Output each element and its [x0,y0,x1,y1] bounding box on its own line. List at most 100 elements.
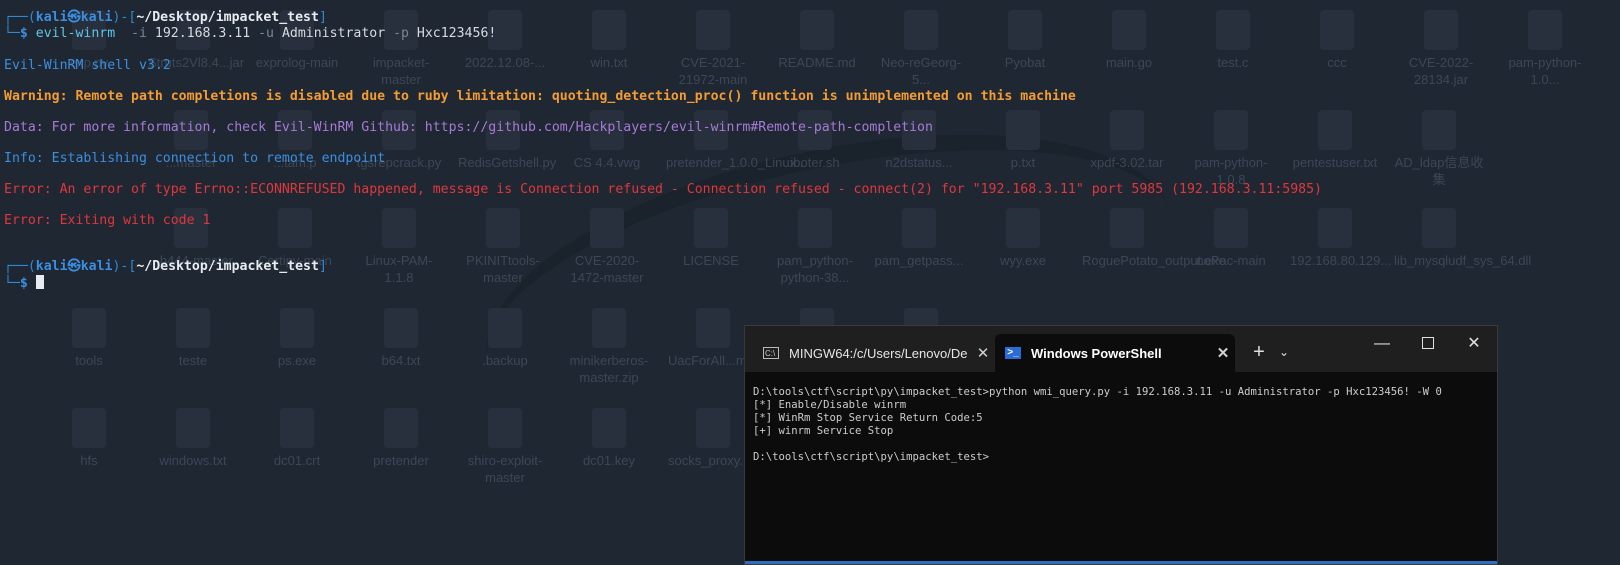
close-window-button[interactable]: ✕ [1451,326,1497,362]
tab-powershell[interactable]: >_ Windows PowerShell ✕ [995,334,1235,372]
file-icon [904,10,938,50]
title-bar[interactable]: C:\ MINGW64:/c/Users/Lenovo/De ✕ >_ Wind… [745,326,1497,372]
desktop-icon-label: ccc [1327,55,1347,70]
desktop-icon-label: pretender [373,453,429,468]
file-icon [1318,208,1352,248]
file-icon [1318,110,1352,150]
desktop-icon[interactable]: pam_getpass... [874,208,964,269]
console-line: [*] WinRm Stop Service Return Code:5 [753,412,983,424]
file-icon [592,408,626,448]
file-icon [72,408,106,448]
desktop-icon[interactable]: pam-python-1.0.8 [1186,110,1276,188]
close-tab-icon[interactable]: ✕ [971,344,995,362]
desktop-icon[interactable]: lib_mysqludf_sys_64.dll [1394,208,1532,269]
powershell-output[interactable]: D:\tools\ctf\script\py\impacket_test>pyt… [753,386,1442,464]
windows-terminal-window[interactable]: C:\ MINGW64:/c/Users/Lenovo/De ✕ >_ Wind… [744,325,1498,565]
file-icon [384,308,418,348]
file-icon [592,308,626,348]
file-icon [72,308,106,348]
desktop-icon[interactable]: impacket-master [356,10,446,88]
file-icon [176,408,210,448]
desktop-icon[interactable]: Pyobat [980,10,1070,71]
file-icon [696,10,730,50]
file-icon [1112,10,1146,50]
desktop-icon[interactable]: b64.txt [356,308,446,369]
file-icon [1214,208,1248,248]
file-icon [486,208,520,248]
desktop-icon[interactable]: win.txt [564,10,654,71]
desktop-icon-label: pretender_1.0.0_Linux... [666,155,807,170]
desktop-icon[interactable]: CVE-2021-21972-main [668,10,758,88]
desktop-icon[interactable]: pentestuser.txt [1290,110,1380,171]
close-tab-icon[interactable]: ✕ [1211,344,1235,362]
desktop-icon[interactable]: dc01.crt [252,408,342,469]
desktop-icon-label: lib_mysqludf_sys_64.dll [1394,253,1532,268]
desktop-icon-label: PKINITtools-master [466,253,540,285]
desktop-icon[interactable]: shiro-exploit-master [460,408,550,486]
desktop-icon[interactable]: ps.exe [252,308,342,369]
minimize-button[interactable]: — [1359,326,1405,362]
desktop-icon-label: exprolog-main [255,55,339,70]
file-icon [280,408,314,448]
desktop-icon-label: win.txt [590,55,628,70]
exit-error-line: Error: Exiting with code 1 [4,213,211,228]
info-line: Info: Establishing connection to remote … [4,151,386,166]
file-icon [1006,110,1040,150]
console-line: D:\tools\ctf\script\py\impacket_test>pyt… [753,386,1442,398]
desktop-icon[interactable]: test.c [1188,10,1278,71]
file-icon [1006,208,1040,248]
desktop-icon[interactable]: 192.168.80.129... [1290,208,1392,269]
file-icon [902,208,936,248]
desktop-icon[interactable]: hfs [44,408,134,469]
desktop-icon-label: p.txt [1010,155,1036,170]
desktop-icon[interactable]: PKINITtools-master [458,208,548,286]
prompt-line-1: ┌──(kali㉿kali)-[~/Desktop/impacket_test] [4,10,327,25]
desktop-icon[interactable]: RoguePotato_output.exe [1082,208,1226,269]
file-icon [488,408,522,448]
desktop-icon[interactable]: tools [44,308,134,369]
desktop-icon[interactable]: teste [148,308,238,369]
desktop-icon[interactable]: pretender [356,408,446,469]
desktop-icon-label: Linux-PAM-1.1.8 [365,253,433,285]
desktop-icon[interactable]: Linux-PAM-1.1.8 [354,208,444,286]
desktop-icon[interactable]: pam_python-python-38... [770,208,860,286]
desktop-icon-label: .backup [482,353,528,368]
desktop-icon[interactable]: ccc [1292,10,1382,71]
warning-line: Warning: Remote path completions is disa… [4,89,1076,104]
desktop-icon-label: dc01.key [582,453,636,468]
desktop-icon[interactable]: windows.txt [148,408,238,469]
desktop-icon[interactable]: Neo-reGeorg-5... [876,10,966,88]
desktop-icon[interactable]: pam-python-1.0... [1500,10,1590,88]
console-line: [*] Enable/Disable winrm [753,399,907,411]
new-tab-button[interactable]: + [1245,338,1273,366]
maximize-button[interactable] [1405,326,1451,362]
desktop-icon[interactable]: .backup [460,308,550,369]
desktop-icon[interactable]: p.txt [978,110,1068,171]
scroll-indicator [745,561,1497,564]
desktop-icon-label: shiro-exploit-master [467,453,543,485]
desktop-icon-label: Pyobat [1004,55,1046,70]
prompt-path: ~/Desktop/impacket_test [136,10,319,25]
desktop-icon[interactable]: CVE-2022-28134.jar [1396,10,1486,88]
desktop-icon[interactable]: dc01.key [564,408,654,469]
desktop-icon[interactable]: CVE-2020-1472-master [562,208,652,286]
desktop-icon[interactable]: xpdf-3.02.tar [1082,110,1172,171]
tab-mingw64[interactable]: C:\ MINGW64:/c/Users/Lenovo/De ✕ [753,334,995,372]
file-icon [1110,110,1144,150]
desktop-icon[interactable]: main.go [1084,10,1174,71]
input-line[interactable]: └─$ [4,275,44,292]
file-icon [1214,110,1248,150]
desktop-icon-label: 192.168.80.129... [1290,253,1392,268]
desktop-icon[interactable]: minikerberos-master.zip [564,308,654,386]
desktop-icon[interactable]: AD_ldap信息收集 [1394,110,1484,188]
chevron-down-icon[interactable]: ⌄ [1273,338,1295,366]
desktop-icon[interactable]: LICENSE [666,208,756,269]
file-icon [800,10,834,50]
command-binary: evil-winrm [35,26,116,41]
console-line: D:\tools\ctf\script\py\impacket_test> [753,451,989,463]
desktop-icon-label: Neo-reGeorg-5... [880,55,962,87]
desktop-icon[interactable]: README.md [772,10,862,71]
desktop-icon[interactable]: wyy.exe [978,208,1068,269]
file-icon [1008,10,1042,50]
desktop-icon[interactable]: noPac-main [1186,208,1276,269]
